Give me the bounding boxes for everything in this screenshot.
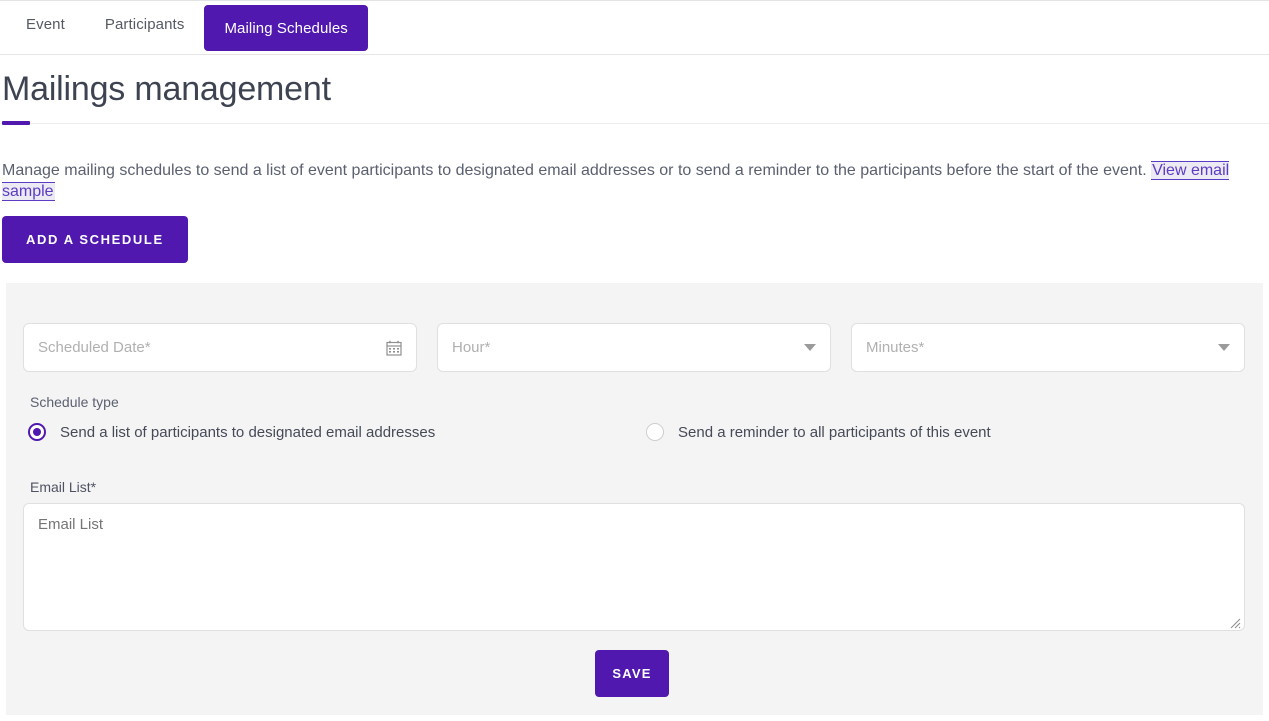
radio-selected-icon[interactable] <box>28 423 46 441</box>
save-button[interactable]: SAVE <box>595 650 669 697</box>
minutes-select[interactable]: Minutes* <box>851 323 1245 372</box>
hour-select[interactable]: Hour* <box>437 323 831 372</box>
schedule-form-panel: Hour* Minutes* Schedule type Send a list… <box>6 283 1263 715</box>
email-list-label: Email List* <box>30 479 97 495</box>
radio-option-send-list[interactable]: Send a list of participants to designate… <box>28 423 646 441</box>
datetime-row: Hour* Minutes* <box>23 323 1245 372</box>
page-description: Manage mailing schedules to send a list … <box>2 160 1247 202</box>
calendar-icon[interactable] <box>386 340 402 356</box>
tab-mailing-schedules[interactable]: Mailing Schedules <box>204 5 368 51</box>
tab-event[interactable]: Event <box>6 1 85 47</box>
description-text: Manage mailing schedules to send a list … <box>2 162 1152 179</box>
chevron-down-icon[interactable] <box>804 344 816 351</box>
email-list-textarea[interactable] <box>23 503 1245 631</box>
scheduled-date-input[interactable] <box>38 339 386 356</box>
tab-participants[interactable]: Participants <box>85 1 205 47</box>
radio-option-send-reminder[interactable]: Send a reminder to all participants of t… <box>646 423 991 441</box>
minutes-placeholder: Minutes* <box>866 339 925 356</box>
tab-bar: Event Participants Mailing Schedules <box>0 1 1269 55</box>
page-title: Mailings management <box>2 70 331 108</box>
radio-unselected-icon[interactable] <box>646 423 664 441</box>
page-root: Event Participants Mailing Schedules Mai… <box>0 0 1269 721</box>
schedule-type-label: Schedule type <box>30 394 119 410</box>
title-divider <box>0 123 1269 124</box>
schedule-type-radio-group: Send a list of participants to designate… <box>28 423 1228 441</box>
chevron-down-icon[interactable] <box>1218 344 1230 351</box>
radio-option-send-list-label: Send a list of participants to designate… <box>60 423 436 441</box>
scheduled-date-field[interactable] <box>23 323 417 372</box>
hour-placeholder: Hour* <box>452 339 491 356</box>
radio-option-send-reminder-label: Send a reminder to all participants of t… <box>678 423 991 441</box>
title-accent-bar <box>2 121 30 125</box>
add-a-schedule-button[interactable]: ADD A SCHEDULE <box>2 216 188 263</box>
